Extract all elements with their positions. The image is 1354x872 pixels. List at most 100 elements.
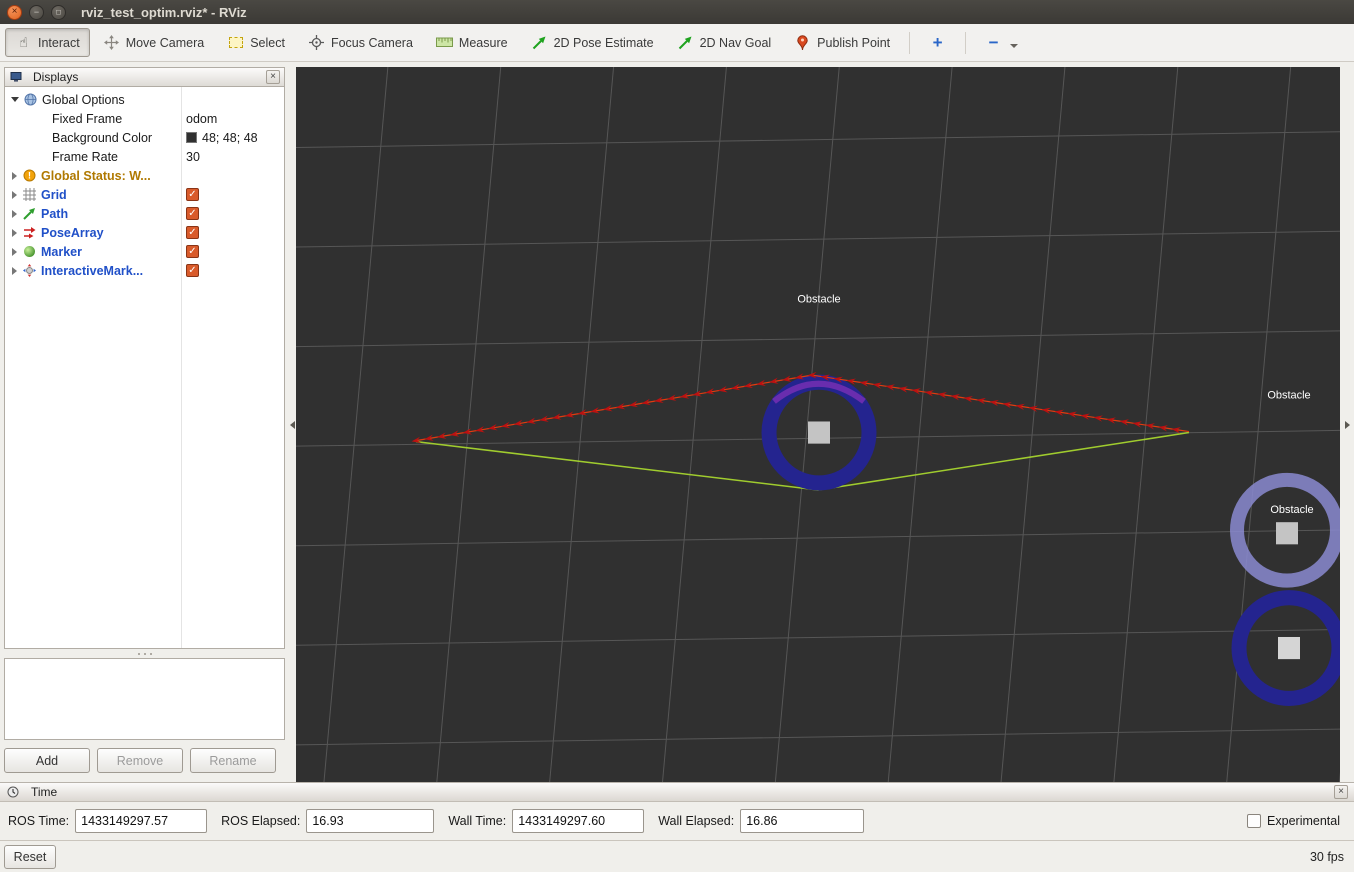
expander-right-icon[interactable]	[12, 171, 17, 180]
clock-icon	[6, 785, 20, 799]
measure-icon	[435, 34, 453, 51]
display-name: Grid	[41, 187, 67, 202]
obstacle-cube-right-top	[1276, 522, 1298, 545]
pose-estimate-tool-label: 2D Pose Estimate	[553, 35, 654, 50]
grid-enabled-checkbox[interactable]	[186, 188, 199, 201]
experimental-checkbox[interactable]	[1247, 814, 1262, 828]
tree-row-grid[interactable]: Grid	[5, 185, 284, 204]
interact-tool-button[interactable]: Interact	[5, 28, 90, 57]
wall-elapsed-label: Wall Elapsed:	[658, 814, 735, 828]
obstacle-cube-center	[808, 421, 830, 444]
tree-row-path[interactable]: Path	[5, 204, 284, 223]
add-tool-button[interactable]	[919, 28, 956, 57]
time-fields-row: ROS Time: ROS Elapsed: Wall Time: Wall E…	[0, 802, 1354, 833]
window-title: rviz_test_optim.rviz* - RViz	[81, 4, 247, 20]
expander-right-icon[interactable]	[12, 190, 17, 199]
tree-row-frame-rate[interactable]: Frame Rate 30	[5, 147, 284, 166]
obstacle-label: Obstacle	[1270, 504, 1313, 516]
display-name: InteractiveMark...	[41, 263, 144, 278]
measure-tool-label: Measure	[458, 35, 508, 50]
time-close-button[interactable]	[1334, 785, 1348, 799]
svg-text:!: !	[28, 171, 31, 181]
left-splitter-handle[interactable]	[288, 67, 296, 782]
publish-point-tool-button[interactable]: Publish Point	[784, 28, 900, 57]
toolbar: Interact Move Camera Select Focus Camera…	[0, 24, 1354, 62]
fps-counter: 30 fps	[1309, 849, 1344, 864]
remove-tool-button[interactable]	[975, 28, 1028, 57]
pose-estimate-arrow-icon	[531, 34, 548, 51]
expander-right-icon[interactable]	[12, 209, 17, 218]
publish-point-pin-icon	[794, 34, 811, 51]
wall-time-input[interactable]	[512, 809, 645, 833]
remove-display-button[interactable]: Remove	[97, 748, 183, 773]
ros-time-input[interactable]	[75, 809, 208, 833]
marker-sphere-icon	[22, 245, 36, 259]
window-close-button[interactable]	[7, 4, 22, 20]
tree-row-posearray[interactable]: PoseArray	[5, 223, 284, 242]
minus-icon	[985, 34, 1002, 51]
pose-array-icon	[22, 226, 36, 240]
displays-panel-header[interactable]: Displays	[4, 67, 285, 87]
displays-panel-title: Displays	[33, 70, 79, 84]
measure-tool-button[interactable]: Measure	[426, 28, 518, 57]
interactive-markers-enabled-checkbox[interactable]	[186, 264, 199, 277]
marker-enabled-checkbox[interactable]	[186, 245, 199, 258]
select-icon	[227, 34, 244, 51]
expander-right-icon[interactable]	[12, 247, 17, 256]
time-panel-title: Time	[31, 785, 58, 799]
ros-elapsed-input[interactable]	[306, 809, 435, 833]
ros-elapsed-label: ROS Elapsed:	[221, 814, 301, 828]
add-display-button[interactable]: Add	[4, 748, 90, 773]
interact-tool-label: Interact	[38, 35, 80, 50]
obstacle-label: Obstacle	[1267, 389, 1310, 401]
display-panel-icon	[9, 70, 23, 84]
wall-elapsed-input[interactable]	[740, 809, 865, 833]
titlebar[interactable]: rviz_test_optim.rviz* - RViz	[0, 0, 1354, 24]
color-swatch	[186, 132, 197, 143]
nav-goal-tool-button[interactable]: 2D Nav Goal	[667, 28, 782, 57]
window-minimize-button[interactable]	[29, 4, 44, 20]
panel-splitter-handle[interactable]	[4, 649, 285, 658]
render-viewport-3d[interactable]: Obstacle Obstacle Obstacle	[296, 67, 1340, 782]
display-name: Marker	[41, 244, 82, 259]
reset-button[interactable]: Reset	[4, 844, 56, 869]
warning-icon: !	[22, 169, 36, 183]
expander-right-icon[interactable]	[12, 228, 17, 237]
grid-icon	[22, 188, 36, 202]
status-name: Global Status: W...	[41, 168, 151, 183]
expander-down-icon[interactable]	[11, 97, 19, 102]
time-panel-header[interactable]: Time	[0, 783, 1354, 802]
displays-close-button[interactable]	[266, 70, 280, 84]
fixed-frame-value[interactable]: odom	[181, 112, 284, 126]
posearray-enabled-checkbox[interactable]	[186, 226, 199, 239]
property-name: Background Color	[52, 130, 153, 145]
tree-row-marker[interactable]: Marker	[5, 242, 284, 261]
interactive-marker-icon	[22, 264, 36, 278]
hand-icon	[15, 34, 32, 51]
tree-row-global-options[interactable]: Global Options	[5, 90, 284, 109]
experimental-group: Experimental	[1247, 814, 1340, 828]
tree-row-interactive-markers[interactable]: InteractiveMark...	[5, 261, 284, 280]
pose-estimate-tool-button[interactable]: 2D Pose Estimate	[521, 28, 664, 57]
frame-rate-value[interactable]: 30	[181, 150, 284, 164]
select-tool-button[interactable]: Select	[217, 28, 295, 57]
tree-row-global-status[interactable]: ! Global Status: W...	[5, 166, 284, 185]
tree-row-fixed-frame[interactable]: Fixed Frame odom	[5, 109, 284, 128]
window-maximize-button[interactable]	[51, 4, 66, 20]
color-value-text: 48; 48; 48	[202, 130, 258, 145]
collapse-left-icon[interactable]	[289, 420, 295, 429]
collapse-right-icon[interactable]	[1344, 420, 1350, 429]
rename-display-button[interactable]: Rename	[190, 748, 276, 773]
focus-camera-tool-button[interactable]: Focus Camera	[298, 28, 423, 57]
move-camera-tool-button[interactable]: Move Camera	[93, 28, 215, 57]
right-splitter-handle[interactable]	[1340, 67, 1354, 782]
display-name: PoseArray	[41, 225, 104, 240]
property-name: Fixed Frame	[52, 111, 123, 126]
experimental-label: Experimental	[1267, 814, 1340, 828]
splitter-dots	[137, 652, 140, 655]
expander-right-icon[interactable]	[12, 266, 17, 275]
background-color-value[interactable]: 48; 48; 48	[181, 131, 284, 145]
tree-row-background-color[interactable]: Background Color 48; 48; 48	[5, 128, 284, 147]
path-enabled-checkbox[interactable]	[186, 207, 199, 220]
displays-buttons: Add Remove Rename	[4, 748, 285, 773]
